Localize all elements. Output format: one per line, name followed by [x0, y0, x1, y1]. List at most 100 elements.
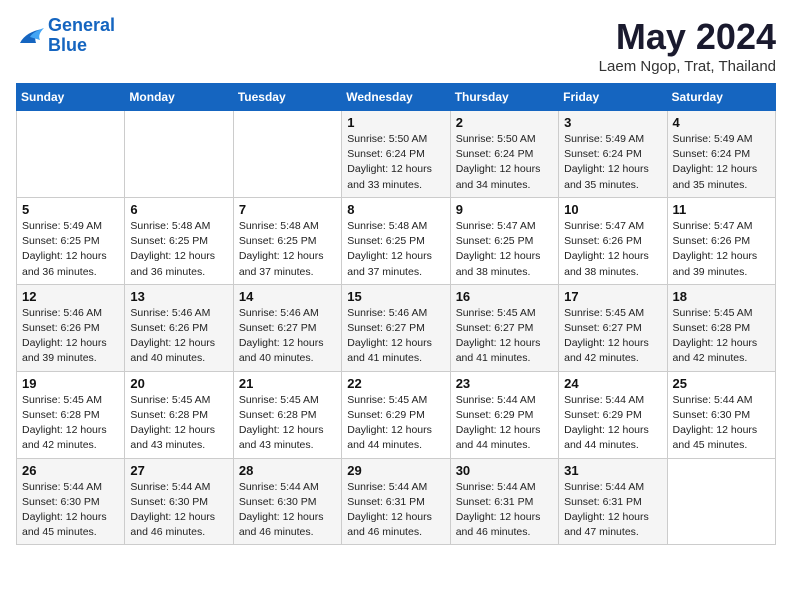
calendar-cell: [667, 458, 775, 545]
day-number: 24: [564, 376, 661, 391]
day-number: 16: [456, 289, 553, 304]
calendar-cell: 2Sunrise: 5:50 AM Sunset: 6:24 PM Daylig…: [450, 111, 558, 198]
day-number: 31: [564, 463, 661, 478]
page-title: May 2024: [599, 16, 776, 58]
day-number: 17: [564, 289, 661, 304]
day-number: 1: [347, 115, 444, 130]
calendar-cell: [233, 111, 341, 198]
day-info: Sunrise: 5:45 AM Sunset: 6:28 PM Dayligh…: [22, 393, 119, 454]
calendar-cell: 24 Sunrise: 5:44 AM Sunset: 6:29 PM Dayli…: [559, 371, 667, 458]
day-info: Sunrise: 5:46 AM Sunset: 6:26 PM Dayligh…: [130, 306, 227, 367]
day-info: Sunrise: 5:49 AM Sunset: 6:24 PM Dayligh…: [564, 132, 661, 193]
day-info: Sunrise: 5:47 AM Sunset: 6:25 PM Dayligh…: [456, 219, 553, 280]
day-info: Sunrise: 5:46 AM Sunset: 6:27 PM Dayligh…: [347, 306, 444, 367]
day-info: Sunrise: 5:44 AM Sunset: 6:31 PM Dayligh…: [347, 480, 444, 541]
day-number: 9: [456, 202, 553, 217]
day-info: Sunrise: 5:46 AM Sunset: 6:27 PM Dayligh…: [239, 306, 336, 367]
day-info: Sunrise: 5:45 AM Sunset: 6:29 PM Dayligh…: [347, 393, 444, 454]
col-header-saturday: Saturday: [667, 84, 775, 111]
calendar-cell: 9 Sunrise: 5:47 AM Sunset: 6:25 PM Daylig…: [450, 197, 558, 284]
day-info: Sunrise: 5:44 AM Sunset: 6:30 PM Dayligh…: [239, 480, 336, 541]
calendar-cell: [17, 111, 125, 198]
day-number: 26: [22, 463, 119, 478]
calendar-cell: 13 Sunrise: 5:46 AM Sunset: 6:26 PM Dayli…: [125, 284, 233, 371]
day-number: 13: [130, 289, 227, 304]
day-info: Sunrise: 5:50 AM Sunset: 6:24 PM Dayligh…: [347, 132, 444, 193]
day-number: 3: [564, 115, 661, 130]
calendar-cell: 25 Sunrise: 5:44 AM Sunset: 6:30 PM Dayli…: [667, 371, 775, 458]
day-number: 5: [22, 202, 119, 217]
calendar-cell: 7Sunrise: 5:48 AM Sunset: 6:25 PM Daylig…: [233, 197, 341, 284]
day-number: 6: [130, 202, 227, 217]
calendar-cell: 4 Sunrise: 5:49 AM Sunset: 6:24 PM Daylig…: [667, 111, 775, 198]
day-info: Sunrise: 5:46 AM Sunset: 6:26 PM Dayligh…: [22, 306, 119, 367]
day-number: 10: [564, 202, 661, 217]
day-info: Sunrise: 5:45 AM Sunset: 6:28 PM Dayligh…: [673, 306, 770, 367]
day-number: 8: [347, 202, 444, 217]
day-number: 30: [456, 463, 553, 478]
col-header-monday: Monday: [125, 84, 233, 111]
logo: General Blue: [16, 16, 115, 56]
day-info: Sunrise: 5:47 AM Sunset: 6:26 PM Dayligh…: [673, 219, 770, 280]
day-number: 2: [456, 115, 553, 130]
day-info: Sunrise: 5:45 AM Sunset: 6:27 PM Dayligh…: [564, 306, 661, 367]
calendar-week-5: 26 Sunrise: 5:44 AM Sunset: 6:30 PM Dayli…: [17, 458, 776, 545]
calendar-cell: 23Sunrise: 5:44 AM Sunset: 6:29 PM Dayli…: [450, 371, 558, 458]
day-info: Sunrise: 5:45 AM Sunset: 6:27 PM Dayligh…: [456, 306, 553, 367]
day-info: Sunrise: 5:49 AM Sunset: 6:25 PM Dayligh…: [22, 219, 119, 280]
day-number: 20: [130, 376, 227, 391]
col-header-tuesday: Tuesday: [233, 84, 341, 111]
day-number: 22: [347, 376, 444, 391]
day-number: 11: [673, 202, 770, 217]
col-header-wednesday: Wednesday: [342, 84, 450, 111]
day-info: Sunrise: 5:44 AM Sunset: 6:29 PM Dayligh…: [564, 393, 661, 454]
calendar-cell: 19 Sunrise: 5:45 AM Sunset: 6:28 PM Dayli…: [17, 371, 125, 458]
calendar-cell: 26 Sunrise: 5:44 AM Sunset: 6:30 PM Dayli…: [17, 458, 125, 545]
day-number: 25: [673, 376, 770, 391]
day-number: 15: [347, 289, 444, 304]
calendar-cell: 10 Sunrise: 5:47 AM Sunset: 6:26 PM Dayli…: [559, 197, 667, 284]
day-number: 27: [130, 463, 227, 478]
calendar-cell: 5 Sunrise: 5:49 AM Sunset: 6:25 PM Daylig…: [17, 197, 125, 284]
calendar-cell: 12 Sunrise: 5:46 AM Sunset: 6:26 PM Dayli…: [17, 284, 125, 371]
day-info: Sunrise: 5:44 AM Sunset: 6:30 PM Dayligh…: [130, 480, 227, 541]
calendar-cell: [125, 111, 233, 198]
calendar-cell: 20 Sunrise: 5:45 AM Sunset: 6:28 PM Dayli…: [125, 371, 233, 458]
title-block: May 2024 Laem Ngop, Trat, Thailand: [599, 16, 776, 75]
calendar-cell: 21 Sunrise: 5:45 AM Sunset: 6:28 PM Dayli…: [233, 371, 341, 458]
day-number: 18: [673, 289, 770, 304]
calendar-cell: 8Sunrise: 5:48 AM Sunset: 6:25 PM Daylig…: [342, 197, 450, 284]
day-info: Sunrise: 5:45 AM Sunset: 6:28 PM Dayligh…: [239, 393, 336, 454]
calendar-week-1: 1 Sunrise: 5:50 AM Sunset: 6:24 PM Daylig…: [17, 111, 776, 198]
col-header-friday: Friday: [559, 84, 667, 111]
calendar-cell: 14Sunrise: 5:46 AM Sunset: 6:27 PM Dayli…: [233, 284, 341, 371]
day-info: Sunrise: 5:44 AM Sunset: 6:31 PM Dayligh…: [456, 480, 553, 541]
day-info: Sunrise: 5:44 AM Sunset: 6:30 PM Dayligh…: [22, 480, 119, 541]
day-number: 19: [22, 376, 119, 391]
calendar-week-4: 19 Sunrise: 5:45 AM Sunset: 6:28 PM Dayli…: [17, 371, 776, 458]
day-number: 21: [239, 376, 336, 391]
day-info: Sunrise: 5:47 AM Sunset: 6:26 PM Dayligh…: [564, 219, 661, 280]
day-number: 4: [673, 115, 770, 130]
day-info: Sunrise: 5:44 AM Sunset: 6:30 PM Dayligh…: [673, 393, 770, 454]
day-number: 29: [347, 463, 444, 478]
calendar-cell: 11 Sunrise: 5:47 AM Sunset: 6:26 PM Dayli…: [667, 197, 775, 284]
calendar-cell: 22 Sunrise: 5:45 AM Sunset: 6:29 PM Dayli…: [342, 371, 450, 458]
day-info: Sunrise: 5:48 AM Sunset: 6:25 PM Dayligh…: [130, 219, 227, 280]
day-number: 28: [239, 463, 336, 478]
calendar-cell: 17 Sunrise: 5:45 AM Sunset: 6:27 PM Dayli…: [559, 284, 667, 371]
calendar-cell: 28 Sunrise: 5:44 AM Sunset: 6:30 PM Dayli…: [233, 458, 341, 545]
day-info: Sunrise: 5:49 AM Sunset: 6:24 PM Dayligh…: [673, 132, 770, 193]
calendar-cell: 15 Sunrise: 5:46 AM Sunset: 6:27 PM Dayli…: [342, 284, 450, 371]
logo-icon: [16, 25, 44, 47]
calendar-week-2: 5 Sunrise: 5:49 AM Sunset: 6:25 PM Daylig…: [17, 197, 776, 284]
calendar-cell: 29 Sunrise: 5:44 AM Sunset: 6:31 PM Dayli…: [342, 458, 450, 545]
day-number: 12: [22, 289, 119, 304]
calendar-week-3: 12 Sunrise: 5:46 AM Sunset: 6:26 PM Dayli…: [17, 284, 776, 371]
calendar-cell: 31 Sunrise: 5:44 AM Sunset: 6:31 PM Dayli…: [559, 458, 667, 545]
day-info: Sunrise: 5:44 AM Sunset: 6:31 PM Dayligh…: [564, 480, 661, 541]
day-info: Sunrise: 5:45 AM Sunset: 6:28 PM Dayligh…: [130, 393, 227, 454]
calendar-table: SundayMondayTuesdayWednesdayThursdayFrid…: [16, 83, 776, 545]
day-info: Sunrise: 5:48 AM Sunset: 6:25 PM Dayligh…: [239, 219, 336, 280]
calendar-cell: 16 Sunrise: 5:45 AM Sunset: 6:27 PM Dayli…: [450, 284, 558, 371]
